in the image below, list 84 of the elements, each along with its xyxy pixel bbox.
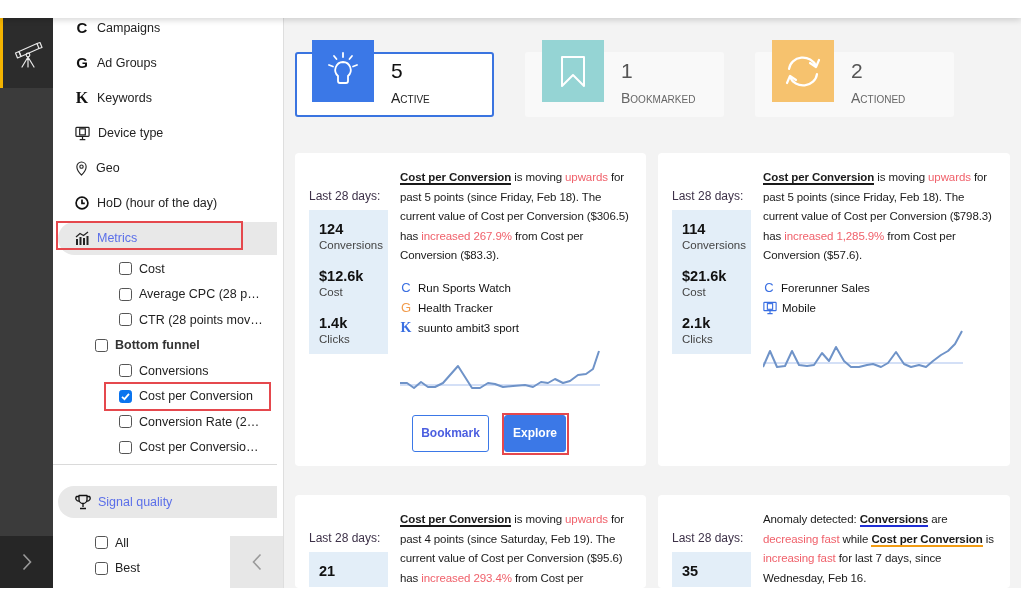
- stat-value: 21: [319, 563, 336, 580]
- bookmark-icon: [542, 40, 604, 102]
- tile-label: Active: [391, 90, 430, 106]
- checkbox[interactable]: [95, 561, 108, 575]
- explore-button[interactable]: Explore: [504, 414, 566, 452]
- checkbox-label[interactable]: Cost: [139, 261, 165, 276]
- nav-item[interactable]: G Ad Groups: [58, 53, 277, 73]
- insight-text: Cost per Conversion is moving upwards for past 4 points (since Saturday, Feb 19). The current value of Cost per Conversion ($95.6) has increased 293.4% from Cost per: [400, 512, 626, 586]
- checkbox-label[interactable]: Best: [115, 561, 140, 576]
- period-label: Last 28 days:: [672, 530, 744, 546]
- checkbox[interactable]: [119, 262, 132, 276]
- letter-icon: K: [75, 90, 89, 106]
- stat-label: Conversions: [319, 238, 383, 253]
- stat-label: Cost: [682, 285, 706, 300]
- trophy-icon: [75, 494, 91, 510]
- letter-icon: C: [75, 20, 89, 36]
- monitor-icon: [75, 125, 90, 141]
- lightbulb-icon: [312, 40, 374, 102]
- stat-value: 114: [682, 221, 706, 238]
- letter-icon: C: [763, 280, 775, 295]
- checkbox-label[interactable]: Cost per Conversio…: [139, 440, 259, 455]
- checkbox[interactable]: [119, 313, 132, 327]
- checkbox[interactable]: [119, 389, 132, 403]
- status-tile[interactable]: 2 Actioned: [755, 40, 954, 117]
- tile-count: 1: [621, 59, 633, 83]
- period-label: Last 28 days:: [309, 530, 381, 546]
- bookmark-button[interactable]: Bookmark: [412, 414, 489, 452]
- nav-item[interactable]: K Keywords: [58, 88, 277, 108]
- monitor-icon: [763, 300, 777, 315]
- stat-label: Cost: [319, 285, 343, 300]
- chevron-right-icon: [21, 553, 32, 571]
- checkbox[interactable]: [119, 364, 132, 378]
- checkbox[interactable]: [119, 287, 132, 301]
- insight-text: Cost per Conversion is moving upwards for past 5 points (since Friday, Feb 18). The current value of Cost per Conversion ($306.5) has increased 267.9% from Cost per Conversion ($83.3).: [400, 170, 630, 263]
- letter-icon: K: [400, 320, 412, 335]
- tile-label: Actioned: [851, 90, 906, 106]
- status-tile[interactable]: 1 Bookmarked: [525, 40, 724, 117]
- checkbox-label[interactable]: Conversions: [139, 363, 209, 378]
- tile-count: 5: [391, 59, 403, 83]
- stat-label: Conversions: [682, 238, 746, 253]
- location-pin-icon: [75, 160, 88, 176]
- entity-label[interactable]: suunto ambit3 sport: [418, 321, 519, 334]
- stat-value: $12.6k: [319, 268, 364, 285]
- checkbox[interactable]: [95, 338, 108, 352]
- nav-item[interactable]: Geo: [58, 158, 277, 178]
- clock-icon: [75, 196, 89, 210]
- checkbox-label[interactable]: CTR (28 points mov…: [139, 312, 263, 327]
- period-label: Last 28 days:: [672, 188, 744, 204]
- checkbox-label[interactable]: Bottom funnel: [115, 338, 200, 353]
- bar-chart-icon: [75, 231, 89, 245]
- checkbox-label[interactable]: Average CPC (28 p…: [139, 287, 260, 302]
- checkbox[interactable]: [119, 415, 132, 429]
- checkbox[interactable]: [119, 440, 132, 454]
- stat-value: $21.6k: [682, 268, 727, 285]
- checkbox[interactable]: [95, 536, 108, 550]
- nav-item[interactable]: C Campaigns: [58, 18, 277, 38]
- chevron-left-icon: [251, 553, 262, 571]
- status-tile[interactable]: 5 Active: [295, 40, 494, 117]
- letter-icon: G: [400, 300, 412, 315]
- stat-value: 35: [682, 563, 699, 580]
- insight-text: Cost per Conversion is moving upwards for past 5 points (since Friday, Feb 18). The current value of Cost per Conversion ($798.3) has increased 1,285.9% from Cost per Conversion ($57.6).: [763, 170, 993, 263]
- tile-count: 2: [851, 59, 863, 83]
- tile-label: Bookmarked: [621, 90, 696, 106]
- entity-label[interactable]: Health Tracker: [418, 301, 493, 314]
- entity-label[interactable]: Forerunner Sales: [781, 281, 870, 294]
- checkbox-label[interactable]: Conversion Rate (2…: [139, 414, 260, 429]
- cycle-arrows-icon: [772, 40, 834, 102]
- nav-item[interactable]: Device type: [58, 123, 277, 143]
- letter-icon: C: [400, 280, 412, 295]
- stat-value: 2.1k: [682, 315, 711, 332]
- checkbox-label[interactable]: Cost per Conversion: [139, 389, 253, 404]
- checkbox-label[interactable]: All: [115, 535, 129, 550]
- stat-value: 124: [319, 221, 344, 238]
- insight-text: Anomaly detected: Conversions are decreasing fast while Cost per Conversion is increasing fast for last 7 days, since Wednesday, Feb 16.: [763, 512, 995, 586]
- stat-label: Clicks: [682, 332, 713, 347]
- period-label: Last 28 days:: [309, 188, 381, 204]
- letter-icon: G: [75, 55, 89, 71]
- stat-label: Clicks: [319, 332, 350, 347]
- entity-label[interactable]: Mobile: [782, 301, 816, 314]
- entity-label[interactable]: Run Sports Watch: [418, 281, 511, 294]
- nav-item[interactable]: HoD (hour of the day): [58, 193, 277, 213]
- nav-item[interactable]: Metrics: [58, 221, 277, 255]
- section-header[interactable]: Signal quality: [58, 486, 277, 518]
- stat-value: 1.4k: [319, 315, 348, 332]
